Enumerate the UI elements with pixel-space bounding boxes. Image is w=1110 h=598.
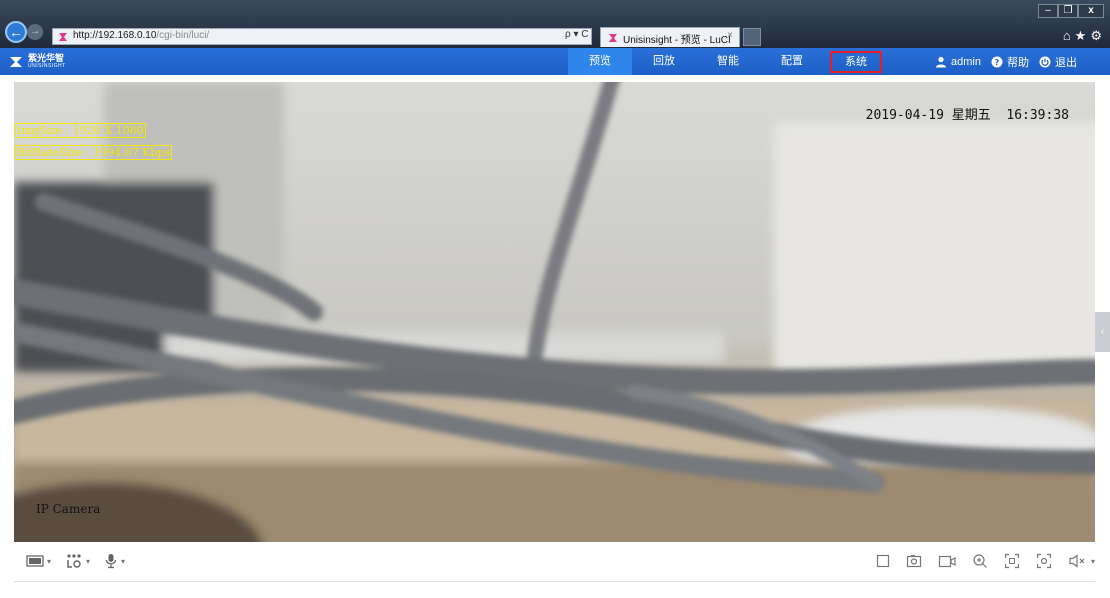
logout-link[interactable]: 退出 [1039,54,1077,70]
address-search-refresh[interactable]: ρ ▾ C [565,29,589,40]
toolbar-right: ▾ [860,550,1095,572]
logo-en: UNISINSIGHT [28,63,66,69]
back-button[interactable]: ← [5,21,27,43]
browser-chrome: ← → http://192.168.0.10/cgi-bin/luci/ ρ … [0,0,1110,48]
power-icon [1039,56,1051,67]
help-label: 帮助 [1006,56,1029,69]
url-path: /cgi-bin/luci/ [156,30,210,41]
username: admin [951,55,981,68]
tab-title: Unisinsight - 预览 - LuCI [623,35,731,46]
fullscreen-button[interactable] [1004,550,1020,572]
record-icon [938,555,956,568]
snapshot-icon [906,555,922,568]
app-logo: 紫光华智 UNISINSIGHT [8,52,66,72]
logo-mark-icon [10,57,22,67]
site-favicon-icon [59,33,67,41]
browser-tab-active[interactable]: Unisinsight - 预览 - LuCI × [600,27,740,47]
help-link[interactable]: ? 帮助 [991,54,1029,70]
window-icon [876,554,890,568]
video-toolbar: ▾ ▾ ▾ ▾ [14,542,1095,582]
home-favorites-settings-icons[interactable]: ⌂★⚙ [1063,28,1106,44]
osd-bitrate: BitRateSize : 1994.07 Kbps [15,145,173,160]
osd-image-size: ImgSize : 1920 X 1080 [15,123,146,138]
osd-camera-name: IP Camera [36,502,101,516]
stream-icon [26,555,44,567]
video-image [14,82,1095,542]
help-icon: ? [991,56,1003,67]
nav-system-wrap: 系统 [824,48,888,75]
fullscreen-icon [1004,553,1020,569]
app-header: 紫光华智 UNISINSIGHT 预览 回放 智能 配置 系统 admin ? … [0,48,1110,75]
toolbar-left: ▾ ▾ ▾ [26,550,139,572]
focus-button[interactable] [1036,550,1052,572]
maximize-button[interactable]: ❐ [1058,4,1078,18]
window-controls: – ❐ x [1038,4,1104,18]
focus-icon [1036,553,1052,569]
minimize-button[interactable]: – [1038,4,1058,18]
volume-caret-icon: ▾ [1090,556,1095,566]
close-window-button[interactable]: x [1078,4,1104,18]
forward-button[interactable]: → [27,24,43,40]
new-tab-button[interactable] [743,28,761,46]
zoom-in-button[interactable] [972,550,988,572]
logout-label: 退出 [1054,56,1077,69]
mute-icon [1069,554,1085,568]
nav-playback[interactable]: 回放 [632,48,696,75]
address-bar[interactable]: http://192.168.0.10/cgi-bin/luci/ [52,28,592,45]
microphone-caret-icon: ▾ [121,556,126,566]
nav-preview[interactable]: 预览 [568,48,632,75]
nav-system[interactable]: 系统 [830,51,882,73]
live-video-view[interactable]: ImgSize : 1920 X 1080 BitRateSize : 1994… [14,82,1095,542]
tab-favicon-icon [609,34,617,42]
url-host: http://192.168.0.10 [73,30,157,41]
main-nav: 预览 回放 智能 配置 系统 [568,48,888,75]
zoom-in-icon [973,554,987,568]
user-icon [936,56,946,67]
window-layout-button[interactable] [876,550,890,572]
volume-button[interactable]: ▾ [1068,550,1095,572]
logo-cn: 紫光华智 [28,53,65,63]
logo-text: 紫光华智 UNISINSIGHT [28,54,66,70]
side-panel-toggle[interactable]: ‹ [1095,312,1110,352]
osd-datetime: 2019-04-19 星期五 16:39:38 [865,108,1069,123]
stream-caret-icon: ▾ [47,556,52,566]
microphone-icon [105,554,117,569]
nav-intelligent[interactable]: 智能 [696,48,760,75]
nav-config[interactable]: 配置 [760,48,824,75]
ptz-caret-icon: ▾ [86,556,91,566]
microphone-button[interactable]: ▾ [104,550,125,572]
svg-text:?: ? [995,58,1000,67]
tab-close-icon[interactable]: × [727,30,733,41]
user-area: admin ? 帮助 退出 [935,48,1087,75]
address-url[interactable]: http://192.168.0.10/cgi-bin/luci/ [73,30,209,41]
ptz-icon [67,554,81,568]
ptz-button[interactable]: ▾ [65,550,90,572]
snapshot-button[interactable] [906,550,922,572]
record-button[interactable] [938,550,956,572]
user-menu[interactable]: admin [935,56,981,68]
stream-select-button[interactable]: ▾ [26,550,51,572]
